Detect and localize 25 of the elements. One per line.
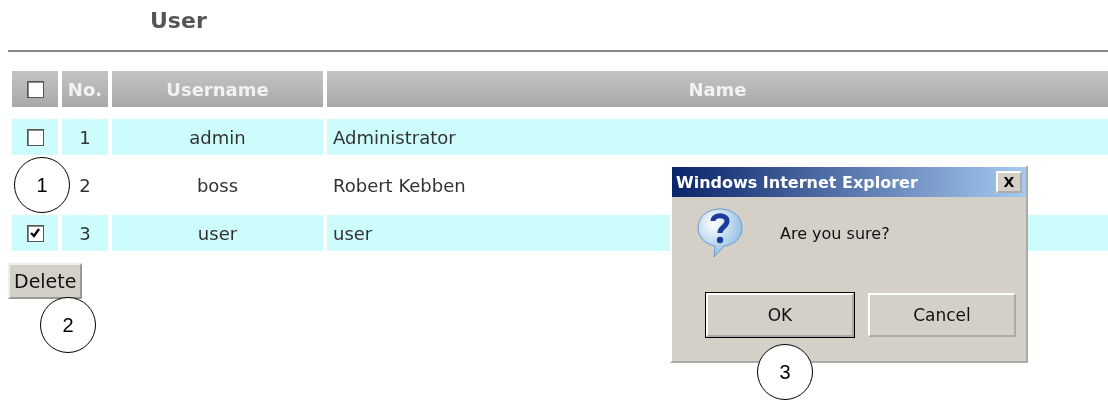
table-cell-text: boss — [195, 173, 240, 198]
page-title: User — [150, 8, 208, 35]
close-button[interactable]: X — [996, 171, 1022, 193]
delete-button[interactable]: Delete — [8, 263, 83, 299]
callout-number: 2 — [40, 297, 96, 353]
column-header: No. — [62, 71, 108, 107]
callout-number: 1 — [14, 157, 70, 213]
dialog-message: Are you sure? — [780, 223, 890, 243]
ok-button[interactable]: OK — [706, 293, 854, 337]
cancel-button[interactable]: Cancel — [868, 293, 1016, 337]
column-header: Username — [112, 71, 323, 107]
table-cell: user — [333, 222, 373, 244]
question-icon — [696, 207, 744, 259]
table-cell: user — [112, 215, 323, 251]
checkbox[interactable] — [26, 128, 44, 146]
table-cell: 1 — [62, 119, 108, 155]
checkbox[interactable] — [26, 80, 44, 98]
table-cell: admin — [112, 119, 323, 155]
table-cell: Robert Kebben — [333, 174, 466, 196]
table-cell: 3 — [62, 215, 108, 251]
dialog-title: Windows Internet Explorer — [676, 172, 918, 192]
table-cell: Administrator — [333, 126, 456, 148]
table-cell-text: 2 — [78, 173, 92, 198]
checkbox[interactable] — [26, 224, 44, 242]
column-header: Name — [327, 71, 1108, 107]
